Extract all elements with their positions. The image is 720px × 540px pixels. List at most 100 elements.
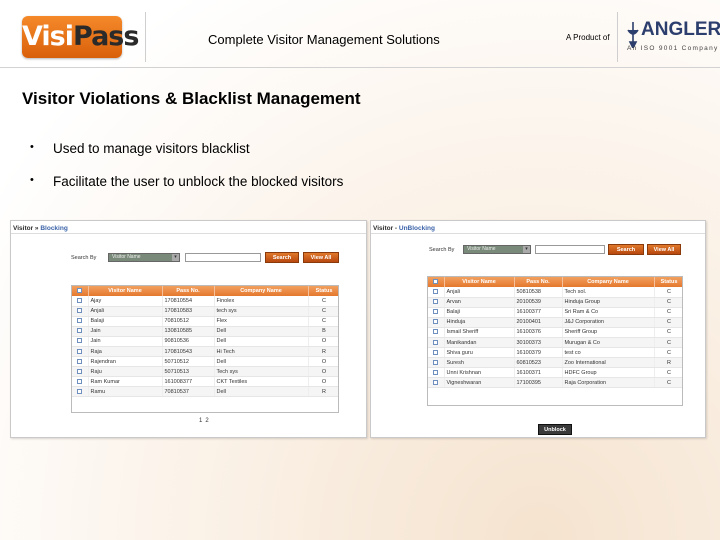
row-checkbox[interactable] <box>433 299 439 305</box>
search-input[interactable] <box>185 253 261 262</box>
row-checkbox[interactable] <box>433 369 439 375</box>
table-row[interactable]: Ismail Sheriff 16100376 Sheriff Group C <box>428 327 682 338</box>
table-row[interactable]: Suresh 60810523 Zoo International R <box>428 357 682 369</box>
table-row[interactable]: Balaji 16100377 Sri Ram & Co C <box>428 307 682 318</box>
table-row[interactable]: Shiva guru 16100379 test co C <box>428 347 682 359</box>
select-all-checkbox[interactable] <box>433 279 439 285</box>
page-link[interactable]: 2 <box>205 418 208 424</box>
row-checkbox[interactable] <box>433 359 439 365</box>
chevron-down-icon: ▾ <box>523 246 530 253</box>
table-row[interactable]: Ram Kumar 161008377 CKT Textiles O <box>72 376 338 388</box>
table-row[interactable]: Jain 90810536 Dell O <box>72 336 338 347</box>
unblock-button[interactable]: Unblock <box>538 424 572 435</box>
row-checkbox-cell[interactable] <box>72 306 89 317</box>
row-checkbox[interactable] <box>77 358 83 364</box>
page-link[interactable]: 1 <box>199 418 202 424</box>
row-checkbox[interactable] <box>433 349 439 355</box>
table-row[interactable]: Raju 50710513 Tech sys O <box>72 366 338 378</box>
row-checkbox[interactable] <box>77 318 83 324</box>
row-checkbox-cell[interactable] <box>72 386 89 398</box>
row-checkbox[interactable] <box>433 329 439 335</box>
company-cell: Tech sys <box>214 366 309 378</box>
view-all-button[interactable]: View All <box>303 252 339 263</box>
column-header[interactable]: Pass No. <box>162 286 215 296</box>
table-row[interactable]: Arvan 20100539 Hinduja Group C <box>428 297 682 308</box>
visitor-name-cell: Anjali <box>88 306 163 317</box>
row-checkbox[interactable] <box>77 368 83 374</box>
column-header[interactable]: Status <box>654 277 682 287</box>
search-by-select[interactable]: Visitor Name ▾ <box>108 253 180 262</box>
search-by-select[interactable]: Visitor Name ▾ <box>463 245 531 254</box>
select-all-header[interactable] <box>72 286 89 296</box>
row-checkbox[interactable] <box>77 297 83 303</box>
row-checkbox-cell[interactable] <box>428 327 445 338</box>
page-header: VisiPass Complete Visitor Management Sol… <box>0 0 720 75</box>
row-checkbox-cell[interactable] <box>72 336 89 347</box>
company-cell: tech sys <box>214 306 309 317</box>
row-checkbox-cell[interactable] <box>428 307 445 318</box>
header-rule <box>0 67 720 68</box>
row-checkbox-cell[interactable] <box>428 377 445 389</box>
table-row[interactable]: Rajendran 50710512 Dell O <box>72 356 338 368</box>
search-input[interactable] <box>535 245 605 254</box>
row-checkbox[interactable] <box>433 319 439 325</box>
column-header[interactable]: Visitor Name <box>88 286 163 296</box>
table-row[interactable]: Ajay 170810554 Finolex C <box>72 296 338 307</box>
row-checkbox[interactable] <box>77 308 83 314</box>
table-row[interactable]: Raja 170810543 Hi Tech R <box>72 346 338 358</box>
row-checkbox-cell[interactable] <box>428 337 445 349</box>
table-row[interactable]: Ramu 70810537 Dell R <box>72 386 338 398</box>
row-checkbox[interactable] <box>77 338 83 344</box>
row-checkbox-cell[interactable] <box>72 346 89 358</box>
status-cell: O <box>308 366 338 378</box>
row-checkbox[interactable] <box>77 388 83 394</box>
select-all-header[interactable] <box>428 277 445 287</box>
company-cell: Raja Corporation <box>562 377 655 389</box>
row-checkbox-cell[interactable] <box>72 296 89 307</box>
select-all-checkbox[interactable] <box>77 288 83 294</box>
row-checkbox-cell[interactable] <box>428 297 445 308</box>
row-checkbox-cell[interactable] <box>72 366 89 378</box>
row-checkbox[interactable] <box>433 288 439 294</box>
visitor-name-cell: Balaji <box>444 307 515 318</box>
status-cell: C <box>654 347 682 359</box>
pass-no-cell: 16100371 <box>514 367 563 379</box>
column-header[interactable]: Company Name <box>214 286 309 296</box>
search-button[interactable]: Search <box>608 244 644 255</box>
visitor-name-cell: Vigneshwaran <box>444 377 515 389</box>
row-checkbox[interactable] <box>77 348 83 354</box>
company-cell: Dell <box>214 336 309 347</box>
search-button[interactable]: Search <box>265 252 299 263</box>
row-checkbox[interactable] <box>433 379 439 385</box>
table-row[interactable]: Anjali 170810583 tech sys C <box>72 306 338 317</box>
table-row[interactable]: Hinduja 20100401 J&J Corporation C <box>428 317 682 328</box>
table-row[interactable]: Manikandan 30100373 Murugan & Co C <box>428 337 682 349</box>
row-checkbox-cell[interactable] <box>428 347 445 359</box>
row-checkbox-cell[interactable] <box>72 356 89 368</box>
row-checkbox-cell[interactable] <box>72 326 89 337</box>
row-checkbox-cell[interactable] <box>72 376 89 388</box>
row-checkbox[interactable] <box>77 378 83 384</box>
column-header[interactable]: Status <box>308 286 338 296</box>
view-all-button[interactable]: View All <box>647 244 681 255</box>
row-checkbox-cell[interactable] <box>428 287 445 298</box>
row-checkbox[interactable] <box>433 339 439 345</box>
row-checkbox-cell[interactable] <box>428 357 445 369</box>
row-checkbox-cell[interactable] <box>428 317 445 328</box>
row-checkbox[interactable] <box>77 328 83 334</box>
row-checkbox-cell[interactable] <box>72 316 89 327</box>
visitor-name-cell: Balaji <box>88 316 163 327</box>
table-row[interactable]: Anjali 50810538 Tech sol. C <box>428 287 682 298</box>
product-of-label: A Product of <box>566 33 610 42</box>
table-row[interactable]: Vigneshwaran 17100395 Raja Corporation C <box>428 377 682 389</box>
row-checkbox-cell[interactable] <box>428 367 445 379</box>
row-checkbox[interactable] <box>433 309 439 315</box>
table-row[interactable]: Unni Krishnan 16100371 HDFC Group C <box>428 367 682 379</box>
column-header[interactable]: Pass No. <box>514 277 563 287</box>
company-cell: Zoo International <box>562 357 655 369</box>
blocking-table: Visitor Name Pass No. Company Name Statu… <box>71 285 339 413</box>
column-header[interactable]: Visitor Name <box>444 277 515 287</box>
column-header[interactable]: Company Name <box>562 277 655 287</box>
table-row[interactable]: Jain 130810585 Dell B <box>72 326 338 337</box>
table-row[interactable]: Balaji 70810512 Flex C <box>72 316 338 327</box>
